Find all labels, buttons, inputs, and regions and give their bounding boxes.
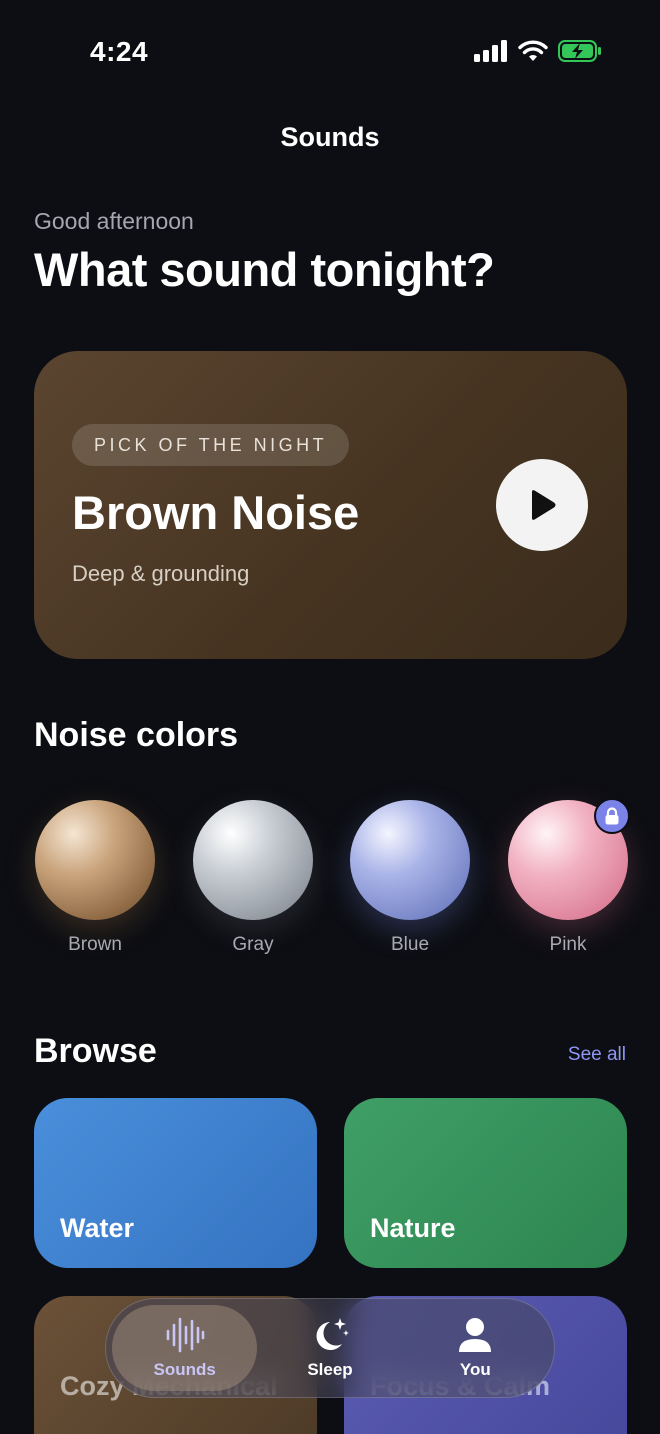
lock-icon [605, 807, 619, 825]
noise-color-label: Pink [549, 934, 587, 955]
noise-color-label: Blue [390, 934, 430, 955]
featured-sound-subtitle: Deep & grounding [72, 561, 250, 586]
browse-tile-water[interactable]: Water [34, 1098, 317, 1268]
page-title: Sounds [280, 122, 380, 152]
wifi-icon [518, 40, 548, 61]
status-icons [474, 40, 602, 62]
tab-sounds[interactable]: Sounds [112, 1305, 258, 1391]
noise-color-blue[interactable]: Blue [350, 800, 470, 956]
browse-heading: Browse [34, 1032, 157, 1070]
tab-label: You [459, 1360, 491, 1379]
blue-orb [350, 800, 470, 920]
waveform-icon [166, 1317, 204, 1353]
headline: What sound tonight? [34, 243, 495, 296]
pick-badge: PICK OF THE NIGHT [72, 424, 350, 466]
brown-orb [35, 800, 155, 920]
gray-orb [193, 800, 313, 920]
tab-bar: Sounds Sleep You [105, 1298, 555, 1398]
tab-you[interactable]: You [403, 1305, 548, 1391]
tab-sleep[interactable]: Sleep [257, 1305, 402, 1391]
browse-tile-nature[interactable]: Nature [344, 1098, 627, 1268]
featured-sound-title: Brown Noise [72, 486, 360, 539]
status-bar: 4:24 [0, 0, 660, 100]
featured-sound-card[interactable]: PICK OF THE NIGHT Brown Noise Deep & gro… [34, 351, 627, 659]
noise-colors-heading: Noise colors [34, 716, 239, 754]
play-icon [532, 490, 556, 520]
battery-charging-icon [558, 40, 601, 62]
status-time: 4:24 [90, 36, 149, 67]
noise-color-label: Brown [68, 934, 122, 955]
noise-color-pink[interactable]: Pink [508, 798, 630, 956]
play-button[interactable] [496, 459, 588, 551]
signal-icon [474, 40, 507, 62]
moon-stars-icon [316, 1318, 349, 1350]
see-all-link[interactable]: See all [568, 1044, 626, 1066]
tab-label: Sleep [307, 1360, 353, 1379]
noise-color-gray[interactable]: Gray [193, 800, 313, 956]
tab-label: Sounds [153, 1360, 216, 1379]
greeting-text: Good afternoon [34, 208, 194, 234]
tile-label: Nature [370, 1213, 456, 1243]
tile-label: Water [60, 1213, 135, 1243]
person-icon [459, 1318, 492, 1352]
noise-color-brown[interactable]: Brown [35, 800, 155, 956]
noise-color-label: Gray [232, 934, 274, 955]
lock-badge [594, 798, 630, 834]
